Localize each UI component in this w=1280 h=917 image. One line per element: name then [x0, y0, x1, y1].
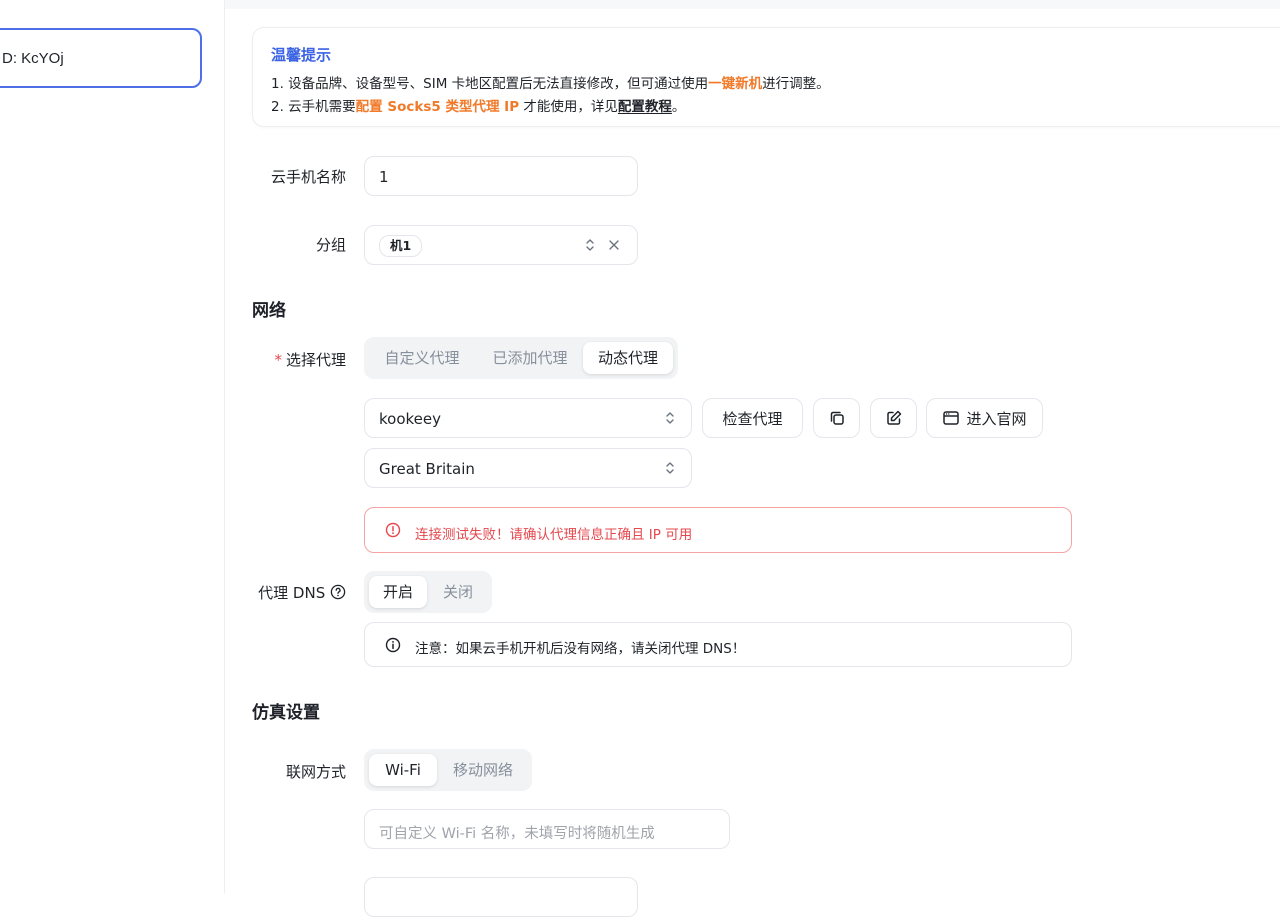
help-icon[interactable] — [330, 584, 346, 600]
tip-line-2-text: 2. 云手机需要 — [271, 99, 356, 115]
simulation-section-title: 仿真设置 — [252, 703, 320, 723]
edit-button[interactable] — [870, 398, 917, 438]
check-proxy-button[interactable]: 检查代理 — [702, 398, 803, 438]
group-select[interactable]: 机1 — [364, 225, 638, 265]
name-label: 云手机名称 — [270, 168, 346, 186]
dns-toggle-segmented: 开启 关闭 — [364, 571, 492, 613]
proxy-provider-value: kookeey — [379, 410, 441, 428]
proxy-label-text: 选择代理 — [285, 351, 346, 369]
proxy-region-select[interactable]: Great Britain — [364, 448, 692, 488]
tip-line-1-suffix: 进行调整。 — [762, 76, 830, 92]
tip-box: 温馨提示 1. 设备品牌、设备型号、SIM 卡地区配置后无法直接修改，但可通过使… — [252, 27, 1280, 127]
info-icon — [385, 637, 401, 653]
dns-label-text: 代理 DNS — [258, 584, 326, 602]
tip-line-1-text: 1. 设备品牌、设备型号、SIM 卡地区配置后无法直接修改，但可通过使用 — [271, 76, 709, 92]
network-section-title: 网络 — [252, 301, 286, 321]
copy-icon — [830, 411, 844, 425]
mobile-network-option[interactable]: 移动网络 — [439, 754, 527, 786]
chevron-up-down-icon — [666, 462, 674, 474]
tip-line-1: 1. 设备品牌、设备型号、SIM 卡地区配置后无法直接修改，但可通过使用一键新机… — [271, 72, 830, 92]
tab-dynamic-proxy[interactable]: 动态代理 — [583, 342, 673, 374]
cut-off-select[interactable] — [364, 877, 638, 917]
connection-label: 联网方式 — [285, 763, 346, 781]
proxy-error-message: 连接测试失败！请确认代理信息正确且 IP 可用 — [415, 527, 693, 543]
chevron-up-down-icon — [666, 412, 674, 424]
dns-note-message: 注意：如果云手机开机后没有网络，请关闭代理 DNS！ — [415, 641, 746, 657]
tip-line-2: 2. 云手机需要配置 Socks5 类型代理 IP 才能使用，详见配置教程。 — [271, 95, 685, 115]
official-site-label: 进入官网 — [966, 409, 1027, 428]
dns-label: 代理 DNS — [258, 582, 346, 603]
dns-on-option[interactable]: 开启 — [369, 576, 427, 608]
dns-note: 注意：如果云手机开机后没有网络，请关闭代理 DNS！ — [364, 622, 1072, 667]
tip-title: 温馨提示 — [271, 46, 332, 64]
group-label: 分组 — [315, 236, 346, 254]
device-id-label: D: KcYOj — [2, 50, 64, 67]
socks5-highlight: 配置 Socks5 类型代理 IP — [355, 99, 520, 115]
tab-custom-proxy[interactable]: 自定义代理 — [370, 342, 474, 374]
copy-button[interactable] — [813, 398, 860, 438]
proxy-error-alert: 连接测试失败！请确认代理信息正确且 IP 可用 — [364, 507, 1072, 553]
device-card-selected[interactable]: D: KcYOj — [0, 28, 202, 88]
device-list-panel: D: KcYOj — [0, 0, 225, 893]
group-tag: 机1 — [379, 235, 423, 257]
wifi-name-input[interactable]: 可自定义 Wi-Fi 名称，未填写时将随机生成 — [364, 809, 730, 849]
proxy-region-value: Great Britain — [379, 460, 475, 478]
tip-line-2-middle: 才能使用，详见 — [519, 99, 618, 115]
required-mark: * — [274, 351, 282, 369]
connection-type-segmented: Wi-Fi 移动网络 — [364, 749, 532, 791]
check-proxy-label: 检查代理 — [722, 409, 783, 428]
proxy-provider-select[interactable]: kookeey — [364, 398, 692, 438]
chevron-up-down-icon — [586, 239, 594, 251]
edit-icon — [886, 410, 901, 425]
dns-off-option[interactable]: 关闭 — [429, 576, 487, 608]
proxy-type-segmented: 自定义代理 已添加代理 动态代理 — [364, 337, 678, 379]
wifi-option[interactable]: Wi-Fi — [369, 754, 437, 786]
clear-icon[interactable] — [607, 238, 621, 252]
error-info-icon — [385, 522, 401, 538]
official-site-button[interactable]: 进入官网 — [926, 398, 1043, 438]
tab-added-proxy[interactable]: 已添加代理 — [478, 342, 582, 374]
one-click-new-device-link[interactable]: 一键新机 — [708, 76, 762, 92]
name-input-value: 1 — [379, 168, 389, 186]
config-tutorial-link[interactable]: 配置教程 — [618, 99, 672, 115]
tip-line-2-suffix: 。 — [671, 99, 686, 115]
proxy-label: * 选择代理 — [274, 349, 346, 370]
name-input[interactable]: 1 — [364, 156, 638, 196]
wifi-name-placeholder: 可自定义 Wi-Fi 名称，未填写时将随机生成 — [379, 826, 655, 842]
browser-window-icon — [943, 411, 960, 425]
